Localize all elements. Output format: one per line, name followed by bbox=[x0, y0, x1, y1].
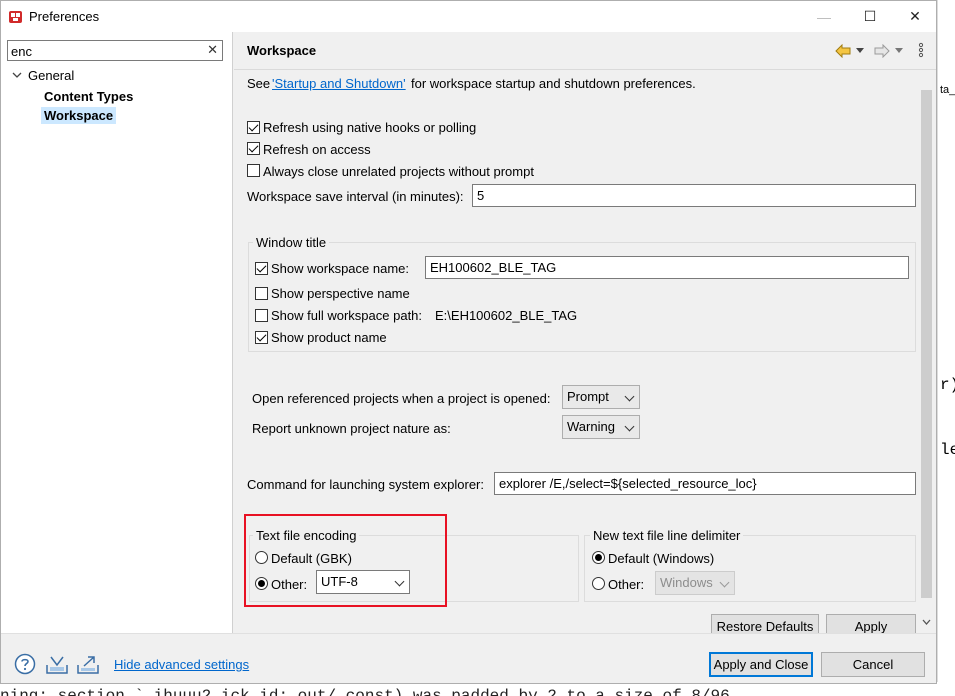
report-unknown-label: Report unknown project nature as: bbox=[252, 421, 451, 436]
background-text-fragment: r) bbox=[940, 376, 955, 394]
line-delimiter-group-label: New text file line delimiter bbox=[590, 528, 744, 543]
encoding-highlight-box bbox=[244, 514, 447, 607]
background-editor: ta_ r) le bbox=[937, 0, 955, 696]
full-path-value: E:\EH100602_BLE_TAG bbox=[435, 308, 578, 323]
show-full-path-checkbox[interactable] bbox=[255, 309, 268, 322]
page-buttons-clip: Restore Defaults Apply bbox=[711, 614, 921, 633]
report-unknown-value: Warning bbox=[567, 419, 615, 434]
refresh-on-access-label: Refresh on access bbox=[263, 142, 371, 157]
help-icon[interactable] bbox=[14, 653, 36, 675]
delimiter-value: Windows bbox=[660, 575, 713, 590]
show-product-name-label: Show product name bbox=[271, 330, 387, 345]
filter-input[interactable] bbox=[11, 43, 201, 59]
intro-rest: for workspace startup and shutdown prefe… bbox=[411, 76, 696, 91]
explorer-command-input[interactable]: explorer /E,/select=${selected_resource_… bbox=[494, 472, 916, 495]
show-product-name-checkbox[interactable] bbox=[255, 331, 268, 344]
back-arrow-icon[interactable] bbox=[835, 44, 851, 58]
view-menu-icon[interactable] bbox=[918, 42, 924, 58]
tree-item-content-types[interactable]: Content Types bbox=[44, 89, 133, 104]
intro-see: See bbox=[247, 76, 271, 91]
native-hooks-label: Refresh using native hooks or polling bbox=[263, 120, 477, 135]
chevron-down-icon bbox=[624, 391, 635, 402]
preference-tree-pane: ✕ General Content Types Workspace bbox=[1, 32, 233, 633]
restore-defaults-button[interactable]: Restore Defaults bbox=[711, 614, 819, 633]
report-unknown-select[interactable]: Warning bbox=[562, 415, 640, 439]
delimiter-default-radio[interactable] bbox=[592, 551, 605, 564]
hide-advanced-settings-link[interactable]: Hide advanced settings bbox=[114, 657, 249, 672]
eclipse-app-icon bbox=[9, 11, 22, 23]
show-full-path-label: Show full workspace path: bbox=[271, 308, 423, 323]
save-interval-input[interactable]: 5 bbox=[472, 184, 916, 207]
close-button[interactable]: ✕ bbox=[892, 1, 938, 32]
window-title-group-label: Window title bbox=[253, 235, 330, 250]
startup-shutdown-link[interactable]: 'Startup and Shutdown' bbox=[272, 76, 406, 91]
show-perspective-name-checkbox[interactable] bbox=[255, 287, 268, 300]
window-title: Preferences bbox=[29, 9, 100, 24]
refresh-on-access-checkbox[interactable] bbox=[247, 142, 260, 155]
page-header: Workspace bbox=[234, 32, 936, 70]
delimiter-default-label: Default (Windows) bbox=[608, 551, 715, 566]
back-dropdown-icon[interactable] bbox=[856, 48, 864, 54]
save-interval-label: Workspace save interval (in minutes): bbox=[247, 189, 464, 204]
chevron-down-icon[interactable] bbox=[11, 69, 23, 81]
show-workspace-name-label: Show workspace name: bbox=[271, 261, 410, 276]
page-title: Workspace bbox=[247, 43, 317, 58]
tree-item-workspace[interactable]: Workspace bbox=[41, 107, 117, 124]
close-icon: ✕ bbox=[909, 8, 921, 24]
cancel-button[interactable]: Cancel bbox=[821, 652, 925, 677]
vertical-scrollbar[interactable] bbox=[918, 76, 935, 632]
import-icon[interactable] bbox=[45, 653, 69, 675]
forward-dropdown-icon[interactable] bbox=[895, 48, 903, 54]
delimiter-select: Windows bbox=[655, 571, 735, 595]
preferences-window: Preferences — ☐ ✕ ✕ General Content Type… bbox=[0, 0, 937, 684]
delimiter-other-radio[interactable] bbox=[592, 577, 605, 590]
maximize-icon: ☐ bbox=[863, 8, 877, 24]
show-workspace-name-checkbox[interactable] bbox=[255, 262, 268, 275]
show-perspective-name-label: Show perspective name bbox=[271, 286, 410, 301]
apply-button[interactable]: Apply bbox=[826, 614, 916, 633]
background-text-fragment: le bbox=[940, 441, 955, 459]
forward-arrow-icon[interactable] bbox=[874, 44, 890, 58]
minimize-button[interactable]: — bbox=[801, 1, 847, 32]
title-bar: Preferences — ☐ ✕ bbox=[1, 1, 936, 32]
native-hooks-checkbox[interactable] bbox=[247, 121, 260, 134]
open-referenced-label: Open referenced projects when a project … bbox=[252, 391, 551, 406]
explorer-command-label: Command for launching system explorer: bbox=[247, 477, 484, 492]
chevron-down-icon bbox=[624, 421, 635, 432]
clear-filter-icon[interactable]: ✕ bbox=[207, 42, 218, 58]
background-text-fragment: ta_ bbox=[940, 84, 955, 96]
scroll-down-icon[interactable] bbox=[922, 619, 931, 625]
chevron-down-icon bbox=[719, 577, 730, 588]
maximize-button[interactable]: ☐ bbox=[847, 1, 893, 32]
open-referenced-value: Prompt bbox=[567, 389, 609, 404]
scrollbar-thumb[interactable] bbox=[921, 90, 932, 598]
filter-field[interactable]: ✕ bbox=[7, 40, 223, 61]
close-unrelated-label: Always close unrelated projects without … bbox=[263, 164, 534, 179]
dialog-footer: Hide advanced settings Apply and Close C… bbox=[1, 633, 936, 683]
export-icon[interactable] bbox=[76, 653, 100, 675]
background-console-line: ning: section `.ihuuu2 ick id: out/ cons… bbox=[0, 682, 955, 696]
delimiter-other-label: Other: bbox=[608, 577, 645, 592]
close-unrelated-checkbox[interactable] bbox=[247, 164, 260, 177]
tree-item-general[interactable]: General bbox=[28, 68, 74, 83]
workspace-name-input[interactable]: EH100602_BLE_TAG bbox=[425, 256, 909, 279]
minimize-icon: — bbox=[817, 8, 831, 25]
apply-and-close-button[interactable]: Apply and Close bbox=[709, 652, 813, 677]
open-referenced-select[interactable]: Prompt bbox=[562, 385, 640, 409]
